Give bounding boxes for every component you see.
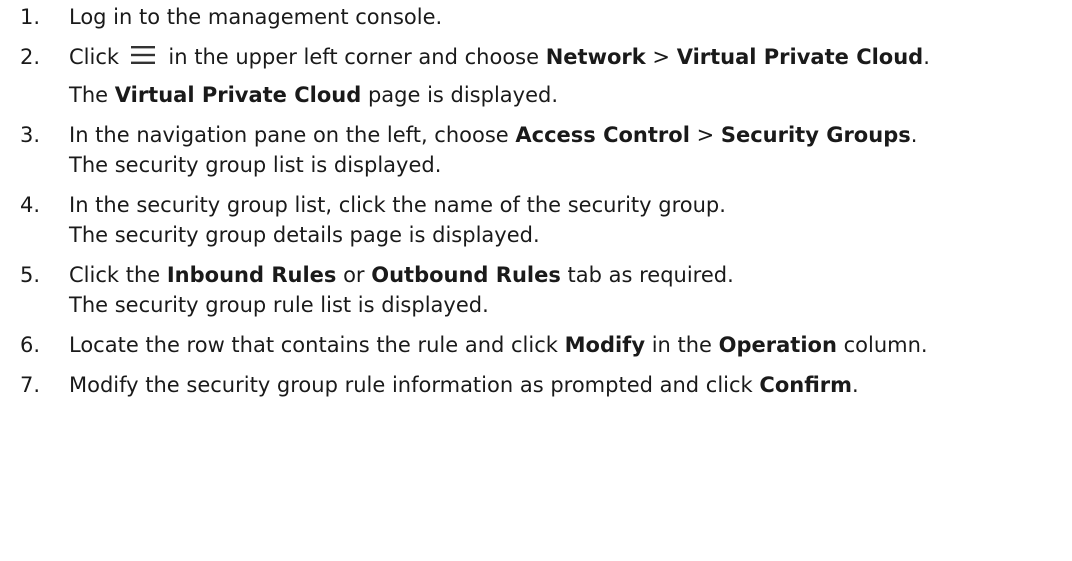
result-text-part: page is displayed. [361, 83, 559, 107]
step-5: 5. Click the Inbound Rules or Outbound R… [0, 260, 1072, 320]
step-number: 1. [20, 5, 41, 29]
step-text: Modify the security group rule informati… [69, 370, 1062, 400]
ui-term-access-control: Access Control [515, 123, 690, 147]
ui-term-modify: Modify [564, 333, 646, 357]
step-text: In the security group list, click the na… [69, 193, 726, 217]
step-number: 3. [20, 123, 41, 147]
step-body: Log in to the management console. [69, 2, 1072, 32]
step-text-part: Click [69, 45, 126, 69]
step-body: In the navigation pane on the left, choo… [69, 120, 1072, 180]
step-text-part: or [336, 263, 372, 287]
step-text-part: . [910, 123, 918, 147]
ui-term-confirm: Confirm [759, 373, 852, 397]
step-body: Locate the row that contains the rule an… [69, 330, 1072, 360]
step-text-part: tab as required. [560, 263, 734, 287]
step-result: The Virtual Private Cloud page is displa… [69, 80, 1062, 110]
procedure-list: 1. Log in to the management console. 2. … [0, 0, 1072, 400]
step-text: Locate the row that contains the rule an… [69, 330, 1062, 360]
step-6: 6. Locate the row that contains the rule… [0, 330, 1072, 360]
step-text: In the navigation pane on the left, choo… [69, 120, 1062, 150]
ui-term-outbound-rules: Outbound Rules [371, 263, 561, 287]
step-body: In the security group list, click the na… [69, 190, 1072, 250]
step-text: Click in the upper left corner and choos… [69, 42, 1062, 72]
step-text-part: . [923, 45, 930, 69]
step-number: 6. [20, 333, 41, 357]
separator: > [689, 123, 721, 147]
step-text-part: In the navigation pane on the left, choo… [69, 123, 516, 147]
step-result: The security group details page is displ… [69, 223, 540, 247]
ui-term-security-groups: Security Groups [720, 123, 911, 147]
step-text-part: Modify the security group rule informati… [69, 373, 760, 397]
step-text: Log in to the management console. [69, 5, 443, 29]
ui-term-operation: Operation [718, 333, 837, 357]
ui-term-network: Network [545, 45, 646, 69]
step-3: 3. In the navigation pane on the left, c… [0, 120, 1072, 180]
step-body: Click in the upper left corner and choos… [69, 42, 1072, 110]
step-text: Click the Inbound Rules or Outbound Rule… [69, 260, 1062, 290]
step-4: 4. In the security group list, click the… [0, 190, 1072, 250]
step-text-part: Locate the row that contains the rule an… [69, 333, 565, 357]
step-2: 2. Click in the upper left corner and ch… [0, 42, 1072, 110]
step-result: The security group rule list is displaye… [69, 293, 489, 317]
ui-term-vpc: Virtual Private Cloud [114, 83, 362, 107]
step-result: The security group list is displayed. [69, 153, 442, 177]
ui-term-vpc: Virtual Private Cloud [676, 45, 924, 69]
result-text-part: The [69, 83, 115, 107]
step-text-part: . [852, 373, 859, 397]
step-number: 2. [20, 45, 41, 69]
step-text-part: in the [645, 333, 719, 357]
separator: > [645, 45, 677, 69]
step-body: Modify the security group rule informati… [69, 370, 1072, 400]
menu-icon [130, 46, 155, 64]
step-text-part: column. [836, 333, 928, 357]
step-number: 5. [20, 263, 41, 287]
ui-term-inbound-rules: Inbound Rules [166, 263, 337, 287]
step-text-part: Click the [69, 263, 167, 287]
step-text-part: in the upper left corner and choose [161, 45, 546, 69]
step-1: 1. Log in to the management console. [0, 2, 1072, 32]
step-body: Click the Inbound Rules or Outbound Rule… [69, 260, 1072, 320]
step-number: 4. [20, 193, 41, 217]
step-7: 7. Modify the security group rule inform… [0, 370, 1072, 400]
step-number: 7. [20, 373, 41, 397]
